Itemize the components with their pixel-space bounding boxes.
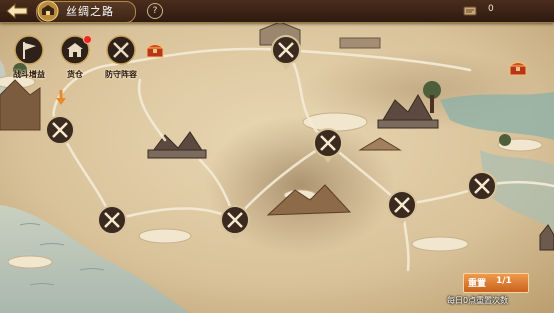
crossed-swords-icon (313, 128, 343, 163)
reset-note: 每日0点重置次数 (447, 296, 509, 305)
crossed-swords-icon (45, 115, 75, 150)
treasure-chest-icon[interactable] (509, 60, 527, 76)
reset-value: 1/1 (496, 276, 512, 286)
defense-lineup-button[interactable]: 防守阵容 (101, 35, 141, 83)
stage-node-2[interactable] (96, 204, 128, 242)
game-screen: 丝绸之路 ? 0 战斗增益 货仓 防守阵容 重置 1/1 每日0点重置次数 (0, 0, 554, 313)
battle-flag-icon (14, 35, 44, 65)
crossed-swords-icon (97, 205, 127, 240)
stage-node-1[interactable] (44, 114, 76, 152)
stage-node-5[interactable] (312, 127, 344, 165)
page-title: 丝绸之路 (66, 5, 114, 18)
stage-node-6[interactable] (386, 189, 418, 227)
crossed-swords-icon (220, 205, 250, 240)
battle-buff-label: 战斗增益 (13, 70, 45, 79)
crossed-swords-icon (467, 171, 497, 206)
help-button[interactable]: ? (147, 3, 163, 19)
arrow-down-marker-icon (56, 90, 66, 105)
stage-node-4[interactable] (270, 34, 302, 72)
back-button[interactable] (4, 2, 30, 20)
reset-label: 重置 (468, 279, 487, 289)
notification-dot (83, 35, 92, 44)
battle-buff-button[interactable]: 战斗增益 (9, 35, 49, 83)
warehouse-label: 货仓 (67, 70, 83, 79)
crossed-swords-icon (271, 35, 301, 70)
treasure-chest-icon[interactable] (146, 42, 164, 58)
resource-count: 0 (488, 4, 494, 14)
stage-node-7[interactable] (466, 170, 498, 208)
crossed-swords-icon (106, 35, 136, 65)
scroll-icon (463, 6, 477, 16)
warehouse-button[interactable]: 货仓 (55, 35, 95, 83)
defense-lineup-label: 防守阵容 (105, 70, 137, 79)
back-arrow-icon (6, 2, 28, 20)
stage-node-3[interactable] (219, 204, 251, 242)
fortress-emblem-icon (37, 0, 59, 22)
crossed-swords-icon (387, 190, 417, 225)
